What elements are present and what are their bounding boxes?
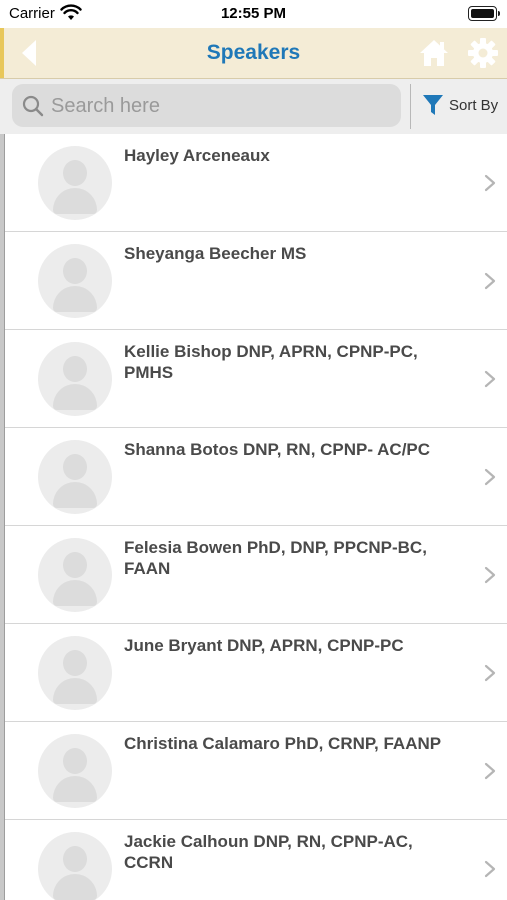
avatar-head [63,356,87,382]
chevron-right-icon [484,566,496,584]
speaker-list: Hayley Arceneaux Sheyanga Beecher MS Kelli… [4,134,507,900]
avatar-shoulders [53,874,97,900]
search-icon [22,95,44,117]
avatar-head [63,454,87,480]
avatar-placeholder-icon [38,636,112,710]
avatar-shoulders [53,188,97,214]
avatar-shoulders [53,678,97,704]
avatar-placeholder-icon [38,734,112,808]
filter-icon [423,95,443,115]
avatar-head [63,846,87,872]
avatar-placeholder-icon [38,342,112,416]
home-icon[interactable] [418,37,450,69]
speaker-name: Hayley Arceneaux [124,146,270,165]
avatar-placeholder-icon [38,538,112,612]
sort-by-button[interactable]: Sort By [420,91,504,121]
speaker-name: Jackie Calhoun DNP, RN, CPNP-AC, CCRN [124,832,413,872]
search-input[interactable] [49,84,393,129]
clock: 12:55 PM [220,5,287,22]
speaker-name: Shanna Botos DNP, RN, CPNP- AC/PC [124,440,431,459]
nav-accent-strip [0,28,4,78]
speaker-name: Sheyanga Beecher MS [124,244,307,263]
speaker-name: Kellie Bishop DNP, APRN, CPNP-PC, PMHS [124,342,418,382]
chevron-right-icon [484,370,496,388]
avatar-head [63,748,87,774]
nav-bar: Speakers [0,28,507,79]
chevron-right-icon [484,762,496,780]
speaker-row[interactable]: Sheyanga Beecher MS [5,232,507,330]
sort-by-label: Sort By [449,97,499,114]
avatar-shoulders [53,482,97,508]
speaker-row[interactable]: Jackie Calhoun DNP, RN, CPNP-AC, CCRN [5,820,507,900]
avatar-head [63,160,87,186]
search-box[interactable] [12,84,401,129]
avatar-shoulders [53,776,97,802]
avatar-shoulders [53,384,97,410]
avatar-shoulders [53,286,97,312]
chevron-right-icon [484,860,496,878]
status-bar: Carrier 12:55 PM [0,0,507,28]
speaker-row[interactable]: June Bryant DNP, APRN, CPNP-PC [5,624,507,722]
chevron-right-icon [484,272,496,290]
avatar-head [63,258,87,284]
speaker-name: Christina Calamaro PhD, CRNP, FAANP [124,734,442,753]
speaker-row[interactable]: Hayley Arceneaux [5,134,507,232]
avatar-shoulders [53,580,97,606]
search-bar: Sort By [0,79,507,134]
gear-icon[interactable] [466,36,500,70]
avatar-placeholder-icon [38,146,112,220]
avatar-head [63,650,87,676]
speaker-name: June Bryant DNP, APRN, CPNP-PC [124,636,404,655]
speaker-name: Felesia Bowen PhD, DNP, PPCNP-BC, FAAN [124,538,427,578]
battery-icon [468,6,500,21]
avatar-head [63,552,87,578]
avatar-placeholder-icon [38,244,112,318]
avatar-placeholder-icon [38,440,112,514]
chevron-right-icon [484,468,496,486]
chevron-right-icon [484,174,496,192]
chevron-right-icon [484,664,496,682]
divider [410,84,411,129]
speaker-row[interactable]: Kellie Bishop DNP, APRN, CPNP-PC, PMHS [5,330,507,428]
avatar-placeholder-icon [38,832,112,900]
speaker-row[interactable]: Felesia Bowen PhD, DNP, PPCNP-BC, FAAN [5,526,507,624]
speaker-row[interactable]: Shanna Botos DNP, RN, CPNP- AC/PC [5,428,507,526]
speaker-row[interactable]: Christina Calamaro PhD, CRNP, FAANP [5,722,507,820]
